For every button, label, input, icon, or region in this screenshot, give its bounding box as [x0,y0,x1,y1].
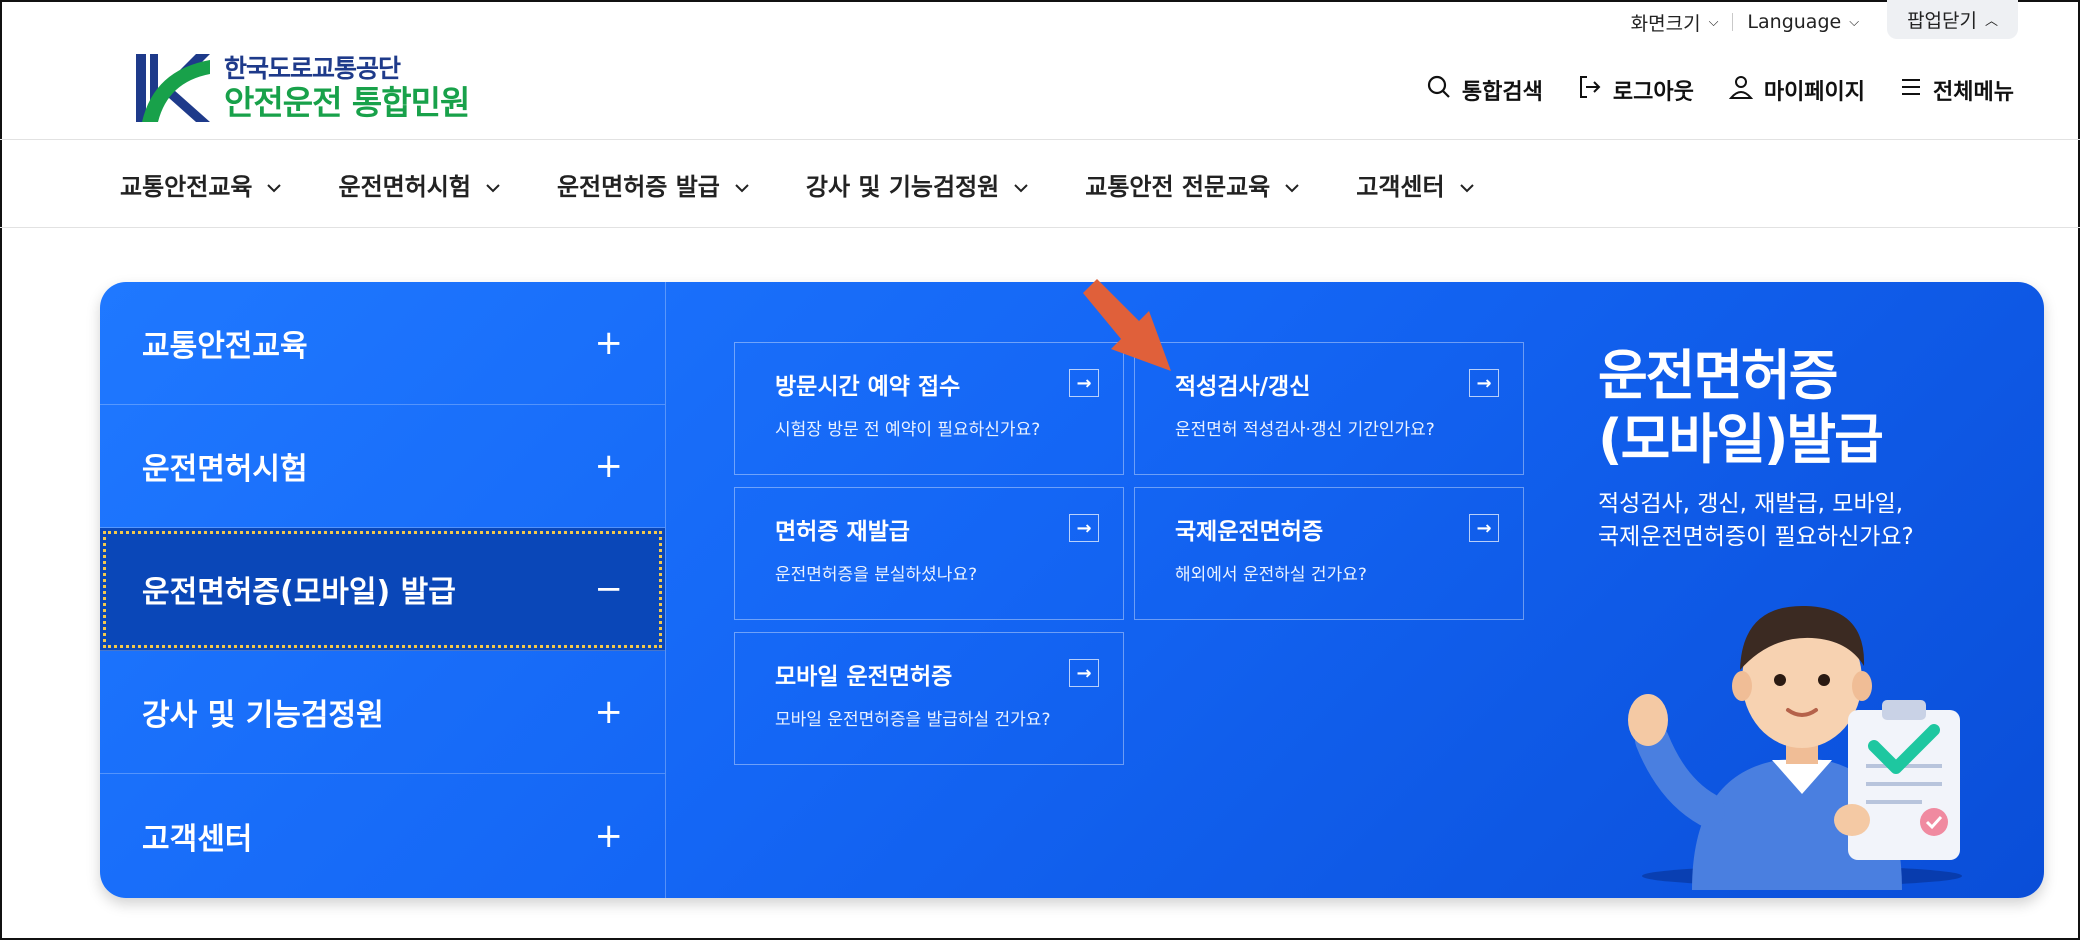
search-icon [1426,74,1452,106]
card-description: 운전면허증을 분실하셨나요? [775,565,978,585]
arrow-right-icon: → [1069,514,1099,542]
card-title: 적성검사/갱신 [1175,374,1311,400]
character-illustration [1628,605,1962,890]
card-visit-reservation[interactable]: 방문시간 예약 접수 시험장 방문 전 예약이 필요하신가요? → [734,342,1124,475]
promo-description-line: 적성검사, 갱신, 재발급, 모바일, [1598,491,1904,517]
mega-menu-panel: 교통안전교육 + 운전면허시험 + 운전면허증(모바일) 발급 − 강사 및 기… [100,282,2044,898]
nav-item-instructor[interactable]: 강사 및 기능검정원 [806,167,1029,202]
nav-item-label: 운전면허증 발급 [556,173,720,201]
promo-description: 적성검사, 갱신, 재발급, 모바일, 국제운전면허증이 필요하신가요? [1598,488,1914,555]
card-title: 방문시간 예약 접수 [775,374,961,400]
nav-item-label: 강사 및 기능검정원 [805,173,1000,201]
hamburger-icon [1899,75,1923,105]
card-mobile-license[interactable]: 모바일 운전면허증 모바일 운전면허증을 발급하실 건가요? → [734,632,1124,765]
side-item-label: 강사 및 기능검정원 [142,698,384,733]
nav-item-professional-education[interactable]: 교통안전 전문교육 [1085,167,1300,202]
language-menu[interactable]: Language ⌵ [1733,11,1873,33]
side-item-license-exam[interactable]: 운전면허시험 + [100,405,665,528]
chevron-down-icon: ⌵ [1849,14,1860,30]
promo-title-line: 운전면허증 [1598,344,1838,407]
mypage-button[interactable]: 마이페이지 [1728,74,1865,106]
popup-close-label: 팝업닫기 [1907,9,1977,32]
card-description: 운전면허 적성검사·갱신 기간인가요? [1175,420,1435,440]
plus-icon: + [594,815,624,856]
utility-bar: 화면크기 ⌵ Language ⌵ 팝업닫기 ︿ [1617,0,2018,40]
card-description: 시험장 방문 전 예약이 필요하신가요? [775,420,1041,440]
chevron-down-icon [266,171,282,199]
card-description: 모바일 운전면허증을 발급하실 건가요? [775,710,1051,730]
chevron-down-icon: ⌵ [1708,14,1719,30]
arrow-right-icon: → [1069,659,1099,687]
nav-item-customer-center[interactable]: 고객센터 [1356,167,1474,202]
promo-description-line: 국제운전면허증이 필요하신가요? [1598,524,1914,551]
site-header: 화면크기 ⌵ Language ⌵ 팝업닫기 ︿ 한국도로교통공단 안전운전 통… [0,0,2080,140]
card-description: 해외에서 운전하실 건가요? [1175,565,1367,585]
chevron-down-icon [485,171,501,199]
card-title: 국제운전면허증 [1175,519,1324,545]
global-nav-list: 교통안전교육 운전면허시험 운전면허증 발급 강사 및 기능검정원 교통안전 전… [120,141,1475,228]
all-menu-button[interactable]: 전체메뉴 [1899,74,2014,106]
global-nav: 교통안전교육 운전면허시험 운전면허증 발급 강사 및 기능검정원 교통안전 전… [0,141,2080,228]
plus-icon: + [594,446,624,486]
annotation-arrow-icon [1083,279,1171,371]
side-item-traffic-education[interactable]: 교통안전교육 + [100,282,665,405]
all-menu-label: 전체메뉴 [1933,80,2014,105]
screen-size-menu[interactable]: 화면크기 ⌵ [1617,9,1733,36]
side-item-label: 운전면허시험 [142,452,308,487]
card-title: 면허증 재발급 [775,519,910,545]
popup-close-button[interactable]: 팝업닫기 ︿ [1887,0,2018,39]
site-logo[interactable]: 한국도로교통공단 안전운전 통합민원 [134,50,470,126]
nav-item-license-exam[interactable]: 운전면허시험 [338,167,500,202]
nav-item-license-issue[interactable]: 운전면허증 발급 [557,167,750,202]
chevron-down-icon [1013,171,1029,199]
minus-icon: − [594,569,624,609]
nav-item-label: 교통안전교육 [120,173,253,201]
plus-icon: + [594,692,624,732]
side-item-license-issue[interactable]: 운전면허증(모바일) 발급 − [100,528,665,651]
logout-label: 로그아웃 [1612,80,1694,105]
side-menu: 교통안전교육 + 운전면허시험 + 운전면허증(모바일) 발급 − 강사 및 기… [100,282,666,898]
logo-org-name: 한국도로교통공단 [224,53,401,83]
search-label: 통합검색 [1461,80,1543,105]
screen-size-label: 화면크기 [1630,12,1701,35]
side-item-label: 고객센터 [142,821,253,857]
nav-item-traffic-education[interactable]: 교통안전교육 [120,167,282,202]
logout-icon [1577,74,1603,106]
side-item-label: 운전면허증(모바일) 발급 [142,575,456,610]
logo-text: 한국도로교통공단 안전운전 통합민원 [224,53,470,122]
plus-icon: + [594,323,624,363]
side-item-instructor[interactable]: 강사 및 기능검정원 + [100,651,665,774]
nav-item-label: 고객센터 [1356,173,1445,201]
logo-service-title: 안전운전 통합민원 [224,82,470,122]
chevron-down-icon [734,171,750,199]
arrow-right-icon: → [1469,369,1499,397]
nav-item-label: 운전면허시험 [338,173,471,201]
card-reissue[interactable]: 면허증 재발급 운전면허증을 분실하셨나요? → [734,487,1124,620]
card-aptitude-renewal[interactable]: 적성검사/갱신 운전면허 적성검사·갱신 기간인가요? → [1134,342,1524,475]
chevron-down-icon [1284,171,1300,199]
chevron-down-icon [1459,171,1475,199]
logo-mark-icon [134,50,210,126]
language-label: Language [1747,11,1842,33]
side-item-customer-center[interactable]: 고객센터 + [100,774,665,897]
promo-title-line: (모바일)발급 [1598,407,1884,471]
header-actions: 통합검색 로그아웃 마이페이지 전체메뉴 [1426,74,2014,106]
side-item-label: 교통안전교육 [142,329,308,364]
user-icon [1728,74,1754,106]
arrow-right-icon: → [1469,514,1499,542]
search-button[interactable]: 통합검색 [1426,74,1543,106]
chevron-up-icon: ︿ [1984,13,1998,29]
card-title: 모바일 운전면허증 [775,664,953,690]
mypage-label: 마이페이지 [1763,80,1866,105]
promo-title: 운전면허증 (모바일)발급 [1598,344,1884,471]
card-international-license[interactable]: 국제운전면허증 해외에서 운전하실 건가요? → [1134,487,1524,620]
logout-button[interactable]: 로그아웃 [1577,74,1694,106]
nav-item-label: 교통안전 전문교육 [1085,173,1271,201]
